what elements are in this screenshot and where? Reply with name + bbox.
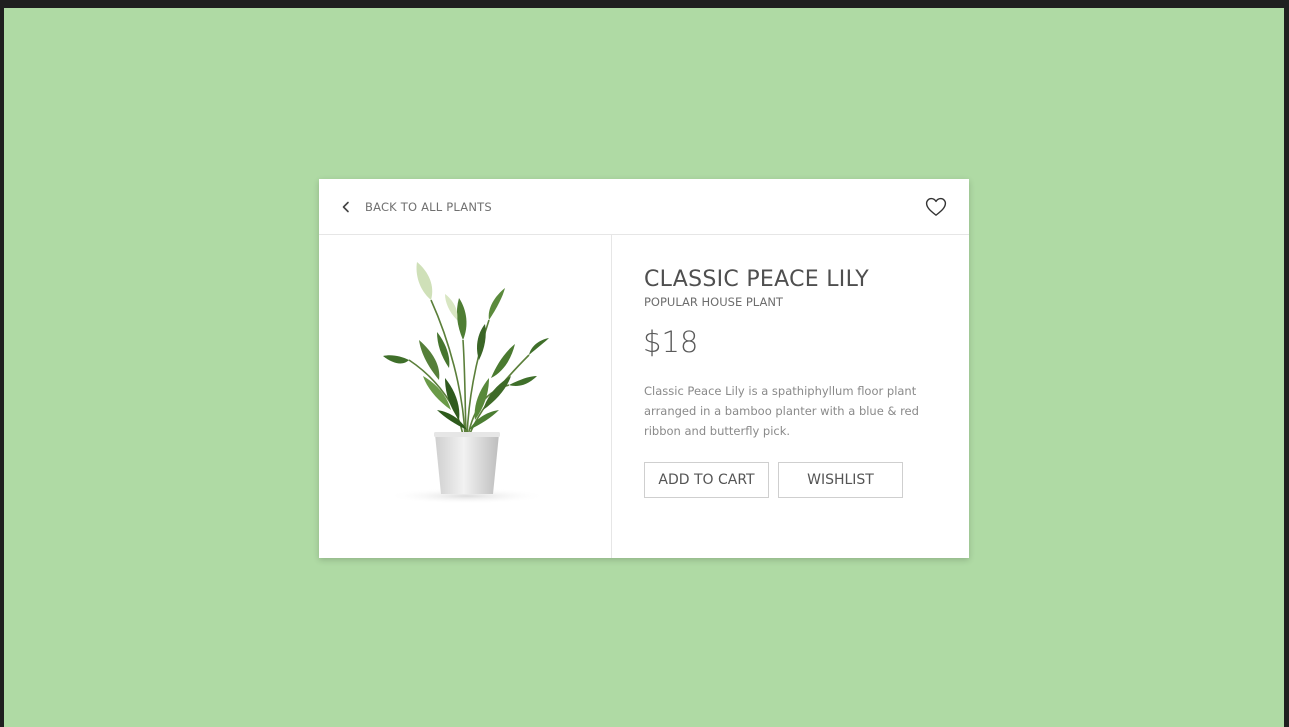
back-link-label: BACK TO ALL PLANTS (365, 200, 492, 214)
product-subtitle: POPULAR HOUSE PLANT (644, 295, 783, 309)
plant-image (383, 262, 549, 504)
back-to-all-plants-link[interactable]: BACK TO ALL PLANTS (339, 197, 492, 217)
chevron-left-icon (342, 201, 349, 213)
product-title: CLASSIC PEACE LILY (644, 267, 869, 292)
card-header: BACK TO ALL PLANTS (319, 179, 969, 235)
product-price: $18 (643, 325, 699, 359)
heart-icon[interactable] (925, 197, 947, 217)
wishlist-button[interactable]: WISHLIST (778, 462, 903, 498)
add-to-cart-button[interactable]: ADD TO CART (644, 462, 769, 498)
product-details-pane: CLASSIC PEACE LILY POPULAR HOUSE PLANT $… (612, 235, 969, 558)
page-background: BACK TO ALL PLANTS CLASSIC PEACE LILY PO… (4, 8, 1284, 727)
product-description: Classic Peace Lily is a spathiphyllum fl… (644, 384, 919, 438)
product-card: BACK TO ALL PLANTS CLASSIC PEACE LILY PO… (319, 179, 969, 558)
product-image-pane (319, 235, 612, 558)
